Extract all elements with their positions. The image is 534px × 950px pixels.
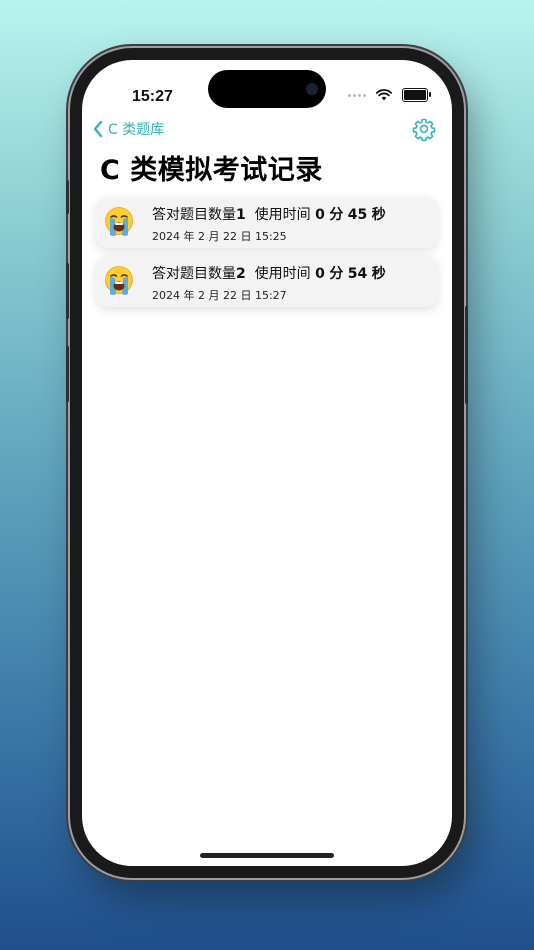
dynamic-island [208,70,326,108]
record-date: 2024 年 2 月 22 日 15:25 [152,230,287,243]
exam-record-card[interactable]: 答对题目数量2 使用时间 0 分 54 秒 2024 年 2 月 22 日 15… [96,256,438,307]
crying-face-icon [105,207,133,236]
exam-record-card[interactable]: 答对题目数量1 使用时间 0 分 45 秒 2024 年 2 月 22 日 15… [96,197,438,248]
record-date: 2024 年 2 月 22 日 15:27 [152,289,287,302]
gear-icon[interactable] [412,117,436,141]
second-unit: 秒 [371,207,386,223]
camera-icon [306,83,318,95]
volume-down-button [66,346,69,402]
volume-up-button [66,263,69,319]
home-indicator[interactable] [200,853,334,858]
phone-frame: 15:27 C 类题库 C 类模拟考试记录 答对题目数量1 使用时间 0 分 4… [66,48,468,878]
second-unit: 秒 [371,266,386,282]
duration-label: 使用时间 [254,207,311,223]
duration-seconds: 45 [347,207,368,223]
back-button[interactable]: C 类题库 [92,114,164,144]
wifi-icon [376,89,392,101]
correct-count-label: 答对题目数量 [152,266,236,282]
screen: 15:27 C 类题库 C 类模拟考试记录 答对题目数量1 使用时间 0 分 4… [82,60,452,866]
crying-face-icon [105,266,133,295]
cellular-signal-icon [348,93,366,97]
status-time: 15:27 [132,88,173,105]
record-summary: 答对题目数量1 使用时间 0 分 45 秒 [152,204,386,224]
correct-count-value: 1 [236,207,246,223]
duration-seconds: 54 [347,266,368,282]
record-summary: 答对题目数量2 使用时间 0 分 54 秒 [152,263,386,283]
minute-unit: 分 [329,207,344,223]
power-button [465,306,468,404]
duration-label: 使用时间 [254,266,311,282]
exam-record-list: 答对题目数量1 使用时间 0 分 45 秒 2024 年 2 月 22 日 15… [96,197,438,315]
battery-icon [402,88,431,102]
correct-count-value: 2 [236,266,246,282]
chevron-left-icon [93,120,103,138]
navigation-bar: C 类题库 [82,114,452,144]
duration-minutes: 0 [315,266,325,282]
status-icons [348,88,431,102]
back-button-label: C 类题库 [108,122,165,138]
duration-minutes: 0 [315,207,325,223]
page-title: C 类模拟考试记录 [100,155,323,186]
minute-unit: 分 [329,266,344,282]
correct-count-label: 答对题目数量 [152,207,236,223]
action-button [66,180,69,214]
